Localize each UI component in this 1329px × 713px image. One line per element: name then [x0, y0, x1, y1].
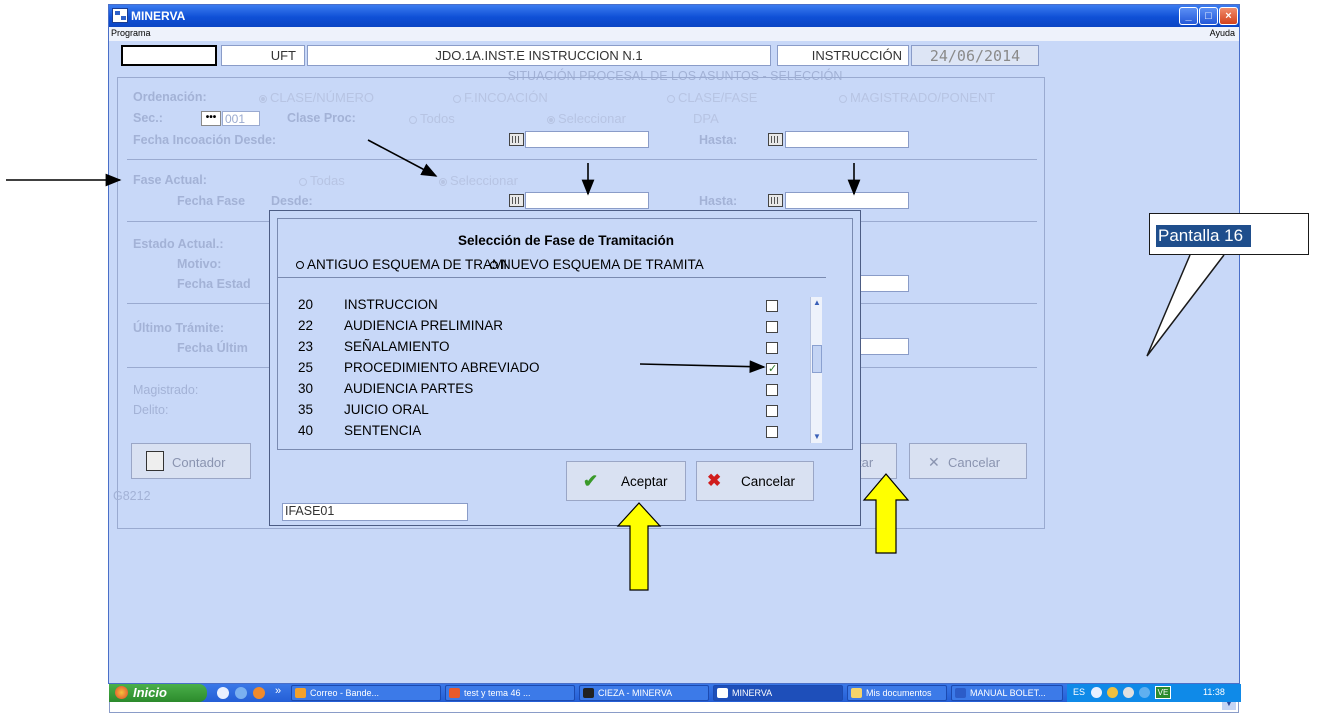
callout-label: Pantalla 16 [1156, 225, 1252, 247]
yellow-arrow-main-aceptar [862, 473, 910, 554]
callout-tail [1146, 254, 1225, 357]
annotation-overlay [6, 139, 1225, 591]
arrow-seleccionar [367, 139, 438, 177]
callout-box: Pantalla 16 [1149, 213, 1309, 255]
arrow-checked-item [639, 360, 766, 374]
yellow-arrow-aceptar [616, 502, 662, 591]
